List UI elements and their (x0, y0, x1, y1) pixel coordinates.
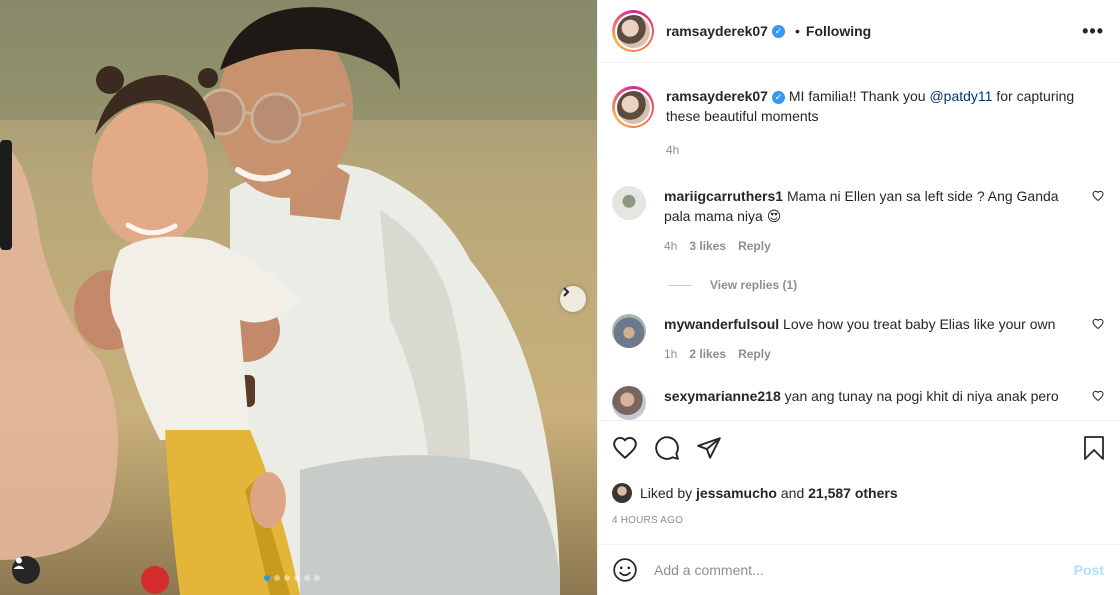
comment-likes[interactable]: 2 likes (689, 344, 726, 364)
post-modal: ramsayderek07 ✓ • Following ••• ramsayde… (0, 0, 1120, 595)
comment-item: mariigcarruthers1 Mama ni Ellen yan sa l… (612, 186, 1104, 256)
likes-summary: Liked by jessamucho and 21,587 others (612, 483, 1106, 503)
commenter-avatar[interactable] (612, 314, 646, 348)
caption-body: ramsayderek07 ✓ MI familia!! Thank you @p… (666, 86, 1096, 160)
carousel-dot (314, 575, 320, 581)
view-replies-button[interactable]: View replies (1) (668, 278, 1104, 292)
comment-body: mariigcarruthers1 Mama ni Ellen yan sa l… (664, 186, 1079, 256)
comment-likes[interactable]: 3 likes (689, 236, 726, 256)
comment-body: mywanderfulsoul Love how you treat baby … (664, 314, 1079, 364)
comment-input[interactable] (654, 562, 1074, 578)
post-caption: ramsayderek07 ✓ MI familia!! Thank you @p… (612, 86, 1104, 160)
avatar-border (614, 88, 652, 126)
comment-bubble-icon[interactable] (654, 435, 680, 461)
separator-dot: • (794, 23, 800, 39)
caption-mention-link[interactable]: @patdy11 (929, 88, 992, 104)
comment-time[interactable]: 1h (664, 344, 677, 364)
action-icons-row (612, 433, 1106, 463)
comment-username[interactable]: mariigcarruthers1 (664, 188, 783, 204)
avatar-image (616, 14, 650, 48)
comment-time[interactable]: 4h (664, 236, 677, 256)
emoji-smiley-icon[interactable] (612, 557, 638, 583)
post-actions: Liked by jessamucho and 21,587 others 4 … (598, 420, 1120, 526)
liked-by-and: and (780, 485, 805, 501)
following-button[interactable]: Following (806, 23, 871, 39)
post-sidebar: ramsayderek07 ✓ • Following ••• ramsayde… (597, 0, 1120, 595)
add-comment-bar: Post (598, 544, 1120, 595)
caption-username[interactable]: ramsayderek07 (666, 88, 768, 104)
post-comment-button[interactable]: Post (1074, 562, 1104, 578)
avatar-border (614, 12, 652, 50)
more-options-icon[interactable]: ••• (1082, 21, 1104, 42)
comment-username[interactable]: mywanderfulsoul (664, 316, 779, 332)
verified-badge-icon: ✓ (771, 91, 785, 104)
commenter-avatar[interactable] (612, 186, 646, 220)
like-comment-heart-icon[interactable] (1092, 390, 1104, 402)
photo-illustration (0, 0, 597, 595)
share-paper-plane-icon[interactable] (696, 435, 722, 461)
carousel-indicator (264, 575, 320, 581)
tagged-users-button[interactable] (12, 556, 40, 584)
save-bookmark-icon[interactable] (1082, 435, 1106, 461)
reply-button[interactable]: Reply (738, 344, 771, 364)
comment-item: mywanderfulsoul Love how you treat baby … (612, 314, 1104, 364)
verified-badge-icon: ✓ (771, 24, 785, 38)
next-photo-button[interactable] (560, 286, 586, 312)
post-header: ramsayderek07 ✓ • Following ••• (598, 0, 1120, 63)
chevron-right-icon (563, 287, 570, 297)
caption-text-start: MI familia!! Thank you (788, 88, 930, 104)
post-photo[interactable] (0, 0, 597, 595)
comment-item: sexymarianne218 yan ang tunay na pogi kh… (612, 386, 1104, 420)
comment-meta: 1h 2 likes Reply (664, 344, 1079, 364)
carousel-dot (264, 575, 270, 581)
author-avatar[interactable] (612, 10, 654, 52)
like-heart-icon[interactable] (612, 435, 638, 461)
comments-list[interactable]: ramsayderek07 ✓ MI familia!! Thank you @p… (598, 64, 1120, 420)
author-username[interactable]: ramsayderek07 (666, 23, 768, 39)
carousel-dot (304, 575, 310, 581)
liker-avatar[interactable] (612, 483, 632, 503)
carousel-dot (284, 575, 290, 581)
like-comment-heart-icon[interactable] (1092, 190, 1104, 202)
reply-button[interactable]: Reply (738, 236, 771, 256)
caption-time: 4h (666, 143, 680, 157)
comment-text: Love how you treat baby Elias like your … (783, 316, 1056, 332)
commenter-avatar[interactable] (612, 386, 646, 420)
avatar-image (616, 90, 650, 124)
post-timestamp[interactable]: 4 HOURS AGO (612, 515, 1106, 526)
caption-avatar[interactable] (612, 86, 654, 128)
comment-username[interactable]: sexymarianne218 (664, 388, 781, 404)
comment-meta: 4h 3 likes Reply (664, 236, 1079, 256)
carousel-dot (274, 575, 280, 581)
likes-others-link[interactable]: 21,587 others (808, 485, 898, 501)
comment-text: yan ang tunay na pogi khit di niya anak … (784, 388, 1059, 404)
user-icon (13, 557, 25, 569)
comment-body: sexymarianne218 yan ang tunay na pogi kh… (664, 386, 1079, 420)
liked-by-prefix: Liked by (640, 485, 693, 501)
carousel-dot (294, 575, 300, 581)
like-comment-heart-icon[interactable] (1092, 318, 1104, 330)
liker-username[interactable]: jessamucho (696, 485, 777, 501)
